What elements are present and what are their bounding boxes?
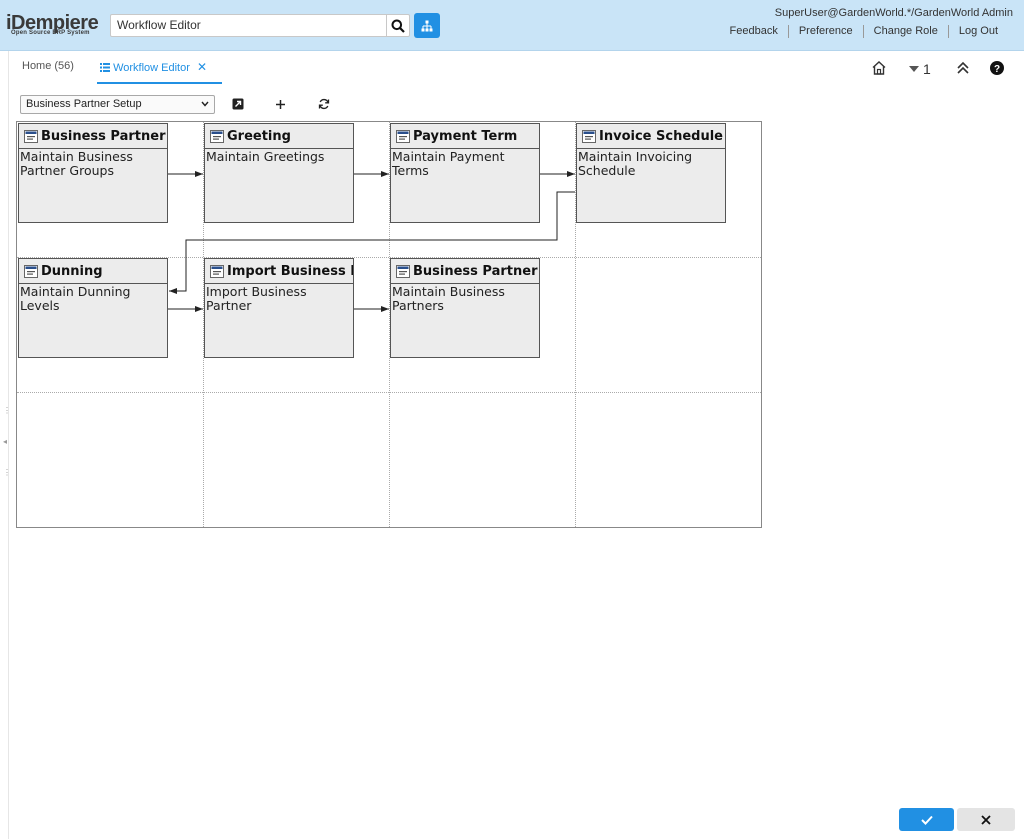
logout-link[interactable]: Log Out bbox=[947, 25, 1008, 38]
workflow-select[interactable]: Business Partner Setup bbox=[20, 95, 215, 114]
west-splitter[interactable]: ⋮ ◂ ⋮ bbox=[0, 51, 11, 839]
refresh-icon bbox=[318, 98, 330, 110]
cancel-button[interactable] bbox=[957, 808, 1015, 831]
tab-workflow-editor[interactable]: Workflow Editor ✕ bbox=[100, 60, 207, 74]
menu-tree-button[interactable] bbox=[414, 13, 440, 38]
splitter-grip-top: ⋮ bbox=[3, 406, 11, 415]
chevron-down-icon bbox=[201, 101, 209, 107]
new-node-button[interactable] bbox=[273, 97, 287, 111]
logo-subtitle: Open Source ERP System bbox=[11, 30, 90, 36]
collapse-arrow-icon[interactable]: ◂ bbox=[3, 438, 7, 446]
help-button[interactable]: ? bbox=[989, 60, 1005, 78]
check-icon bbox=[920, 815, 933, 825]
open-windows-count: 1 bbox=[923, 61, 931, 77]
collapse-header-button[interactable] bbox=[956, 60, 970, 78]
caret-down-icon bbox=[909, 66, 919, 72]
app-header: iDempiere Open Source ERP System Workflo… bbox=[0, 0, 1024, 51]
change-role-link[interactable]: Change Role bbox=[862, 25, 948, 38]
plus-icon bbox=[275, 99, 285, 109]
node-connectors bbox=[168, 171, 575, 312]
sitemap-icon bbox=[421, 20, 433, 31]
splitter-grip-bottom: ⋮ bbox=[3, 468, 11, 477]
external-link-icon bbox=[232, 98, 244, 110]
close-tab-icon[interactable]: ✕ bbox=[197, 60, 207, 74]
search-button[interactable] bbox=[386, 14, 410, 37]
list-icon bbox=[100, 63, 110, 72]
help-icon: ? bbox=[990, 61, 1004, 75]
workflow-canvas[interactable]: Business Partner Group Maintain Business… bbox=[16, 121, 762, 528]
window-list-dropdown[interactable]: 1 bbox=[909, 60, 931, 78]
global-search-input[interactable]: Workflow Editor bbox=[110, 14, 387, 37]
header-links: Feedback Preference Change Role Log Out bbox=[720, 25, 1008, 38]
search-icon bbox=[391, 19, 405, 33]
tab-home[interactable]: Home (56) bbox=[22, 60, 74, 72]
feedback-link[interactable]: Feedback bbox=[720, 25, 788, 38]
svg-text:?: ? bbox=[994, 64, 1000, 75]
connector-invoice-to-dunning bbox=[169, 191, 575, 294]
home-icon bbox=[872, 61, 886, 75]
tab-workflow-editor-label: Workflow Editor bbox=[113, 62, 190, 74]
active-tab-indicator bbox=[97, 82, 222, 84]
idempiere-logo[interactable]: iDempiere Open Source ERP System bbox=[6, 13, 108, 38]
ok-button[interactable] bbox=[899, 808, 954, 831]
home-button[interactable] bbox=[871, 60, 887, 78]
close-icon bbox=[981, 814, 991, 825]
zoom-button[interactable] bbox=[231, 97, 245, 111]
preference-link[interactable]: Preference bbox=[787, 25, 863, 38]
user-role-info: SuperUser@GardenWorld.*/GardenWorld Admi… bbox=[774, 7, 1013, 19]
double-chevron-up-icon bbox=[957, 61, 969, 74]
refresh-button[interactable] bbox=[317, 97, 331, 111]
workflow-select-value: Business Partner Setup bbox=[26, 98, 142, 110]
